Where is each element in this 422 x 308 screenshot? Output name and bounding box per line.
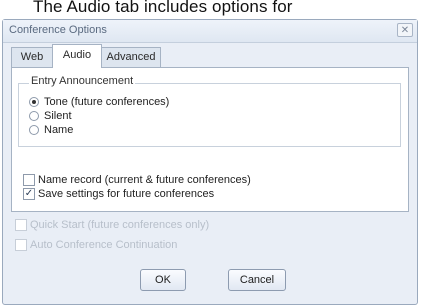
radio-name-button[interactable]: [29, 125, 39, 135]
title-bar: Conference Options ✕: [3, 20, 417, 43]
caption-text: The Audio tab includes options for: [0, 0, 422, 20]
save-settings-checkbox-box[interactable]: ✓: [23, 188, 35, 200]
radio-tone-button[interactable]: [29, 97, 39, 107]
audio-tab-panel: Entry Announcement Tone (future conferen…: [11, 67, 409, 212]
radio-tone-label: Tone (future conferences): [44, 96, 170, 108]
dialog-title: Conference Options: [9, 24, 107, 36]
tab-web[interactable]: Web: [11, 47, 53, 67]
cancel-button[interactable]: Cancel: [228, 269, 286, 291]
radio-silent-button[interactable]: [29, 111, 39, 121]
entry-announcement-label: Entry Announcement: [29, 75, 136, 87]
ok-button-label: OK: [155, 274, 171, 286]
tab-audio[interactable]: Audio: [52, 44, 102, 68]
close-button[interactable]: ✕: [397, 23, 413, 37]
quick-start-checkbox-box[interactable]: [15, 219, 27, 231]
caption-label: The Audio tab includes options for: [33, 0, 293, 16]
radio-name-label: Name: [44, 124, 74, 136]
checkmark-icon: ✓: [24, 188, 34, 199]
tab-audio-label: Audio: [62, 49, 92, 61]
auto-continuation-checkbox-box[interactable]: [15, 239, 27, 251]
save-settings-label: Save settings for future conferences: [38, 188, 215, 200]
name-record-checkbox-box[interactable]: [23, 174, 35, 186]
tab-advanced-label: Advanced: [106, 51, 156, 63]
name-record-label: Name record (current & future conference…: [38, 174, 251, 186]
quick-start-label: Quick Start (future conferences only): [30, 219, 210, 231]
radio-silent-label: Silent: [44, 110, 72, 122]
entry-announcement-group: Entry Announcement Tone (future conferen…: [18, 75, 401, 147]
tab-advanced[interactable]: Advanced: [101, 47, 161, 67]
auto-continuation-label: Auto Conference Continuation: [30, 239, 178, 251]
ok-button[interactable]: OK: [140, 269, 186, 291]
conference-options-dialog: Conference Options ✕ Web Audio Advanced …: [2, 19, 418, 305]
tab-web-label: Web: [20, 51, 44, 63]
cancel-button-label: Cancel: [239, 274, 275, 286]
close-icon: ✕: [400, 25, 410, 36]
